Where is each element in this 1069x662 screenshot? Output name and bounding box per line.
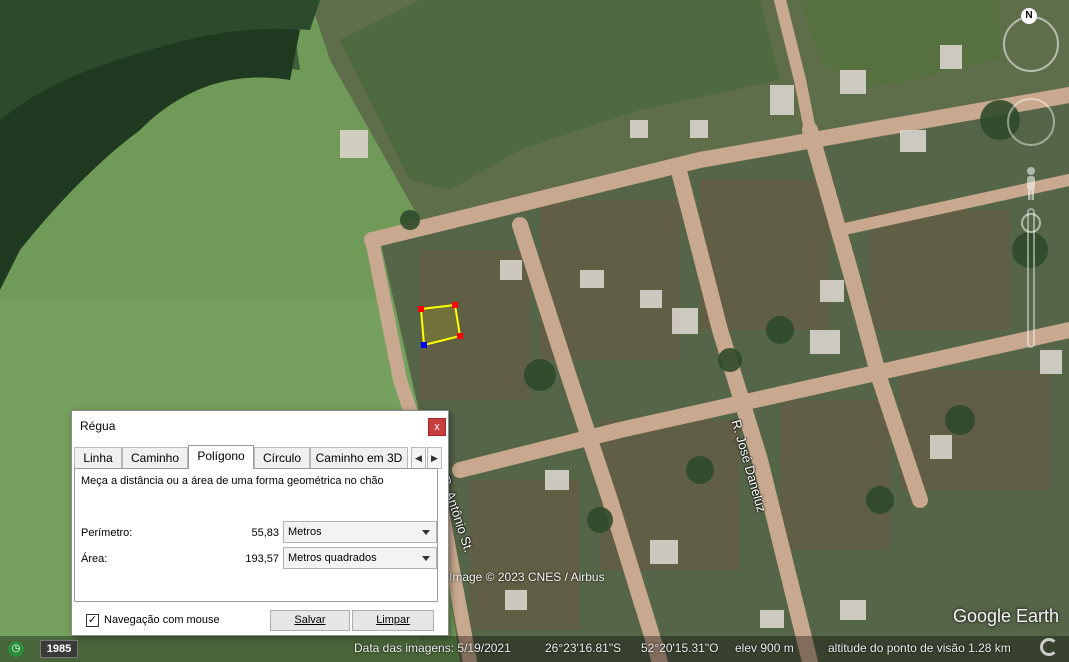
dialog-title: Régua [80, 419, 116, 433]
tab-circulo[interactable]: Círculo [254, 447, 310, 469]
tab-caminho-3d[interactable]: Caminho em 3D [310, 447, 408, 469]
perimeter-unit-value: Metros [288, 526, 322, 538]
perimeter-unit-select[interactable]: Metros [283, 521, 437, 543]
latitude-readout: 26°23'16.81"S [545, 641, 622, 655]
ruler-dialog: Régua x Linha Caminho Polígono Círculo C… [71, 410, 449, 636]
area-unit-value: Metros quadrados [288, 552, 377, 564]
tab-scroll-left-icon[interactable]: ◀ [411, 447, 426, 469]
north-indicator-icon[interactable]: N [1021, 8, 1037, 24]
clock-icon[interactable]: ◷ [8, 641, 24, 657]
imagery-date: Data das imagens: 5/19/2021 [354, 641, 511, 655]
mouse-navigation-label[interactable]: Navegação com mouse [104, 614, 220, 626]
tab-linha[interactable]: Linha [74, 447, 122, 469]
area-label: Área: [81, 553, 108, 565]
ruler-tabs: Linha Caminho Polígono Círculo Caminho e… [74, 445, 442, 469]
dialog-titlebar[interactable]: Régua x [72, 411, 448, 441]
area-value: 193,57 [245, 553, 279, 565]
chevron-down-icon [422, 530, 430, 535]
clear-button[interactable]: Limpar [352, 610, 434, 631]
dialog-footer: ✓ Navegação com mouse Salvar Limpar [72, 603, 448, 635]
historical-imagery-control[interactable]: ◷ 1985 [8, 640, 78, 658]
tab-scroll-right-icon[interactable]: ▶ [427, 447, 442, 469]
chevron-down-icon [422, 556, 430, 561]
mouse-navigation-checkbox[interactable]: ✓ [86, 614, 99, 627]
historical-year-badge[interactable]: 1985 [40, 640, 78, 658]
google-earth-logo: Google Earth [953, 606, 1060, 626]
elevation-readout: elev 900 m [735, 641, 794, 655]
perimeter-label: Perímetro: [81, 527, 133, 539]
save-button[interactable]: Salvar [270, 610, 350, 631]
tab-poligono[interactable]: Polígono [188, 445, 254, 469]
area-unit-select[interactable]: Metros quadrados [283, 547, 437, 569]
compass-ring[interactable] [1003, 16, 1059, 72]
imagery-attribution: Image © 2023 CNES / Airbus [449, 570, 605, 584]
close-button[interactable]: x [428, 418, 446, 436]
loading-spinner-icon [1040, 638, 1058, 656]
street-view-pegman-icon[interactable] [1023, 166, 1039, 202]
look-joystick[interactable] [1007, 98, 1055, 146]
perimeter-value: 55,83 [251, 527, 279, 539]
tab-caminho[interactable]: Caminho [122, 447, 188, 469]
polygon-panel: Meça a distância ou a área de uma forma … [74, 468, 438, 602]
zoom-slider-handle[interactable] [1021, 213, 1041, 233]
panel-description: Meça a distância ou a área de uma forma … [81, 475, 384, 487]
eye-altitude-readout: altitude do ponto de visão 1.28 km [828, 641, 1011, 655]
longitude-readout: 52°20'15.31"O [641, 641, 719, 655]
